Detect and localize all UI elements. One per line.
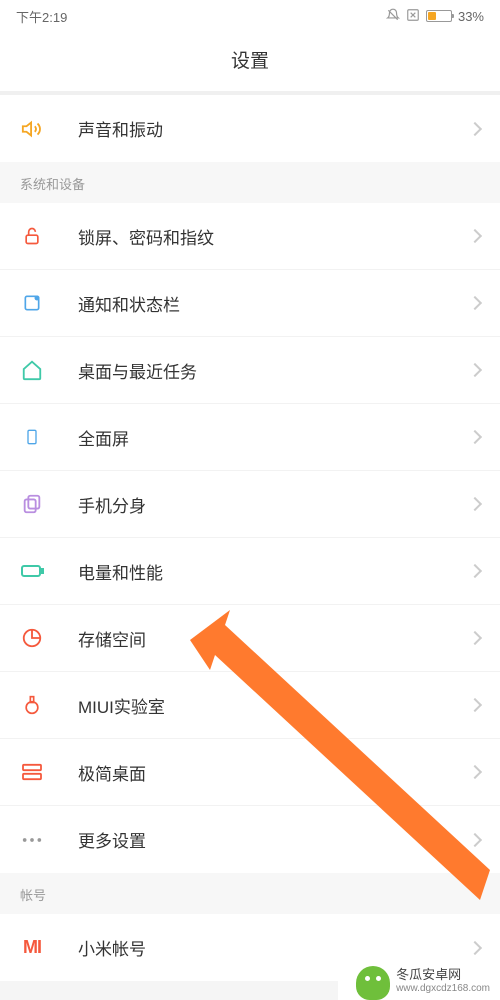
- home-icon: [20, 358, 44, 382]
- item-lock[interactable]: 锁屏、密码和指纹: [0, 203, 500, 270]
- page-title: 设置: [0, 32, 500, 91]
- status-bar: 下午2:19 33%: [0, 0, 500, 32]
- item-label: MIUI实验室: [78, 693, 470, 718]
- status-right: 33%: [386, 8, 484, 25]
- item-label: 更多设置: [78, 827, 470, 852]
- notification-icon: [20, 291, 44, 315]
- item-label: 锁屏、密码和指纹: [78, 224, 470, 249]
- chevron-right-icon: [468, 564, 482, 578]
- watermark-title: 冬瓜安卓网: [396, 967, 490, 983]
- item-clone[interactable]: 手机分身: [0, 471, 500, 538]
- section-title-system: 系统和设备: [0, 162, 500, 203]
- mascot-icon: [356, 966, 390, 1000]
- item-simple[interactable]: 极简桌面: [0, 739, 500, 806]
- chevron-right-icon: [468, 430, 482, 444]
- mi-icon: MI: [20, 936, 44, 960]
- clone-icon: [20, 492, 44, 516]
- item-miui[interactable]: MIUI实验室: [0, 672, 500, 739]
- item-label: 小米帐号: [78, 935, 470, 960]
- chevron-right-icon: [468, 229, 482, 243]
- item-sound[interactable]: 声音和振动: [0, 95, 500, 162]
- item-label: 极简桌面: [78, 760, 470, 785]
- item-notif[interactable]: 通知和状态栏: [0, 270, 500, 337]
- chevron-right-icon: [468, 940, 482, 954]
- chevron-right-icon: [468, 631, 482, 645]
- item-label: 通知和状态栏: [78, 291, 470, 316]
- section-system: 锁屏、密码和指纹 通知和状态栏 桌面与最近任务 全面屏 手机分身 电量和性能: [0, 203, 500, 873]
- chevron-right-icon: [468, 497, 482, 511]
- item-label: 全面屏: [78, 425, 470, 450]
- item-label: 桌面与最近任务: [78, 358, 470, 383]
- item-label: 电量和性能: [78, 559, 470, 584]
- close-box-icon: [406, 8, 420, 25]
- phone-icon: [20, 425, 44, 449]
- battery-perf-icon: [20, 559, 44, 583]
- battery-icon: [426, 10, 452, 22]
- chevron-right-icon: [468, 698, 482, 712]
- chevron-right-icon: [468, 363, 482, 377]
- chevron-right-icon: [468, 765, 482, 779]
- item-label: 手机分身: [78, 492, 470, 517]
- item-label: 声音和振动: [78, 116, 470, 141]
- more-icon: [20, 828, 44, 852]
- item-storage[interactable]: 存储空间: [0, 605, 500, 672]
- chevron-right-icon: [468, 832, 482, 846]
- watermark-url: www.dgxcdz168.com: [396, 983, 490, 995]
- watermark: 冬瓜安卓网 www.dgxcdz168.com: [338, 960, 500, 1000]
- section-title-account: 帐号: [0, 873, 500, 914]
- grid-icon: [20, 760, 44, 784]
- item-desktop[interactable]: 桌面与最近任务: [0, 337, 500, 404]
- item-label: 存储空间: [78, 626, 470, 651]
- flask-icon: [20, 693, 44, 717]
- chevron-right-icon: [468, 296, 482, 310]
- chevron-right-icon: [468, 121, 482, 135]
- item-more[interactable]: 更多设置: [0, 806, 500, 873]
- storage-icon: [20, 626, 44, 650]
- battery-percent: 33%: [458, 9, 484, 24]
- volume-icon: [20, 117, 44, 141]
- section-top: 声音和振动: [0, 95, 500, 162]
- lock-icon: [20, 224, 44, 248]
- item-full[interactable]: 全面屏: [0, 404, 500, 471]
- item-battery[interactable]: 电量和性能: [0, 538, 500, 605]
- status-time: 下午2:19: [16, 7, 67, 26]
- dnd-icon: [386, 8, 400, 25]
